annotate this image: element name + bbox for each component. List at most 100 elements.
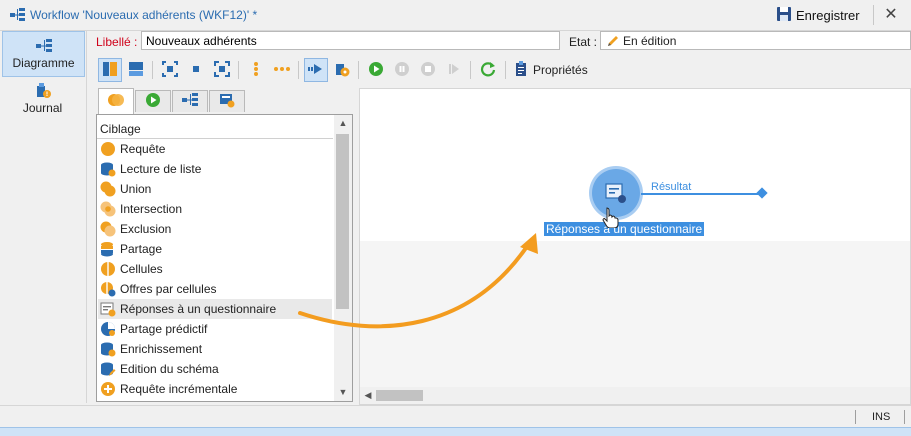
align-horizontal-button[interactable] <box>270 58 294 82</box>
actual-size-icon <box>188 61 204 80</box>
palette-item-enrichissement[interactable]: Enrichissement <box>100 339 332 359</box>
save-button[interactable]: Enregistrer <box>776 4 860 26</box>
title-bar: Workflow 'Nouveaux adhérents (WKF12)' * … <box>0 0 911 31</box>
palette-item-requete-incrementale[interactable]: Requête incrémentale <box>100 379 332 399</box>
refresh-icon <box>480 61 496 80</box>
palette-item-partage-predictif[interactable]: Partage prédictif <box>100 319 332 339</box>
palette-item-label: Partage <box>120 242 163 256</box>
offers-by-cell-icon <box>100 281 116 297</box>
palette-item-partage[interactable]: Partage <box>100 239 332 259</box>
incremental-query-icon <box>100 381 116 397</box>
transition-mode-button[interactable] <box>304 58 328 82</box>
diagram-toolbar: Propriétés <box>95 57 911 85</box>
palette-item-label: Edition du schéma <box>120 362 219 376</box>
zoom-fit-button[interactable] <box>210 58 234 82</box>
transition-label: Résultat <box>651 181 692 193</box>
palette-item-label: Cellules <box>120 262 163 276</box>
floppy-disk-icon <box>776 6 792 25</box>
pause-button[interactable] <box>390 58 414 82</box>
palette-item-union[interactable]: Union <box>100 179 332 199</box>
hand-cursor-icon <box>602 207 619 228</box>
palette-item-exclusion[interactable]: Exclusion <box>100 219 332 239</box>
scroll-up-icon[interactable]: ▲ <box>334 115 352 132</box>
clipboard-icon <box>513 60 529 80</box>
properties-label: Propriétés <box>533 63 588 77</box>
horizontal-layout-button[interactable] <box>124 58 148 82</box>
palette-tab-flow-control[interactable] <box>135 90 171 112</box>
unconditional-stop-button[interactable] <box>442 58 466 82</box>
palette-item-label: Partage prédictif <box>120 322 208 336</box>
scrollbar-thumb[interactable] <box>376 390 423 401</box>
workflow-diagram-icon <box>182 92 198 111</box>
etat-label: Etat : <box>569 35 598 49</box>
nav-item-label: Journal <box>22 101 63 115</box>
activity-label: Réponses à un questionnaire <box>544 222 705 236</box>
palette-item-label: Lecture de liste <box>120 162 202 176</box>
workflow-diagram-icon <box>35 38 52 54</box>
intersection-icon <box>100 201 116 217</box>
palette-item-cellules[interactable]: Cellules <box>100 259 332 279</box>
start-button[interactable] <box>364 58 388 82</box>
palette-item-label: Requête incrémentale <box>120 382 238 396</box>
palette-item-offres-par-cellules[interactable]: Offres par cellules <box>100 279 332 299</box>
canvas-horizontal-scrollbar[interactable]: ◀ <box>360 387 910 404</box>
vertical-dots-icon <box>248 61 264 80</box>
actual-size-button[interactable] <box>184 58 208 82</box>
window-title: Workflow 'Nouveaux adhérents (WKF12)' * <box>30 8 258 22</box>
toolbar-separator <box>358 61 359 79</box>
palette-item-label: Union <box>120 182 152 196</box>
activity-palette: Ciblage Requête Lecture de liste Union I… <box>95 88 354 403</box>
predictive-split-icon <box>100 321 116 337</box>
properties-button[interactable]: Propriétés <box>513 58 588 82</box>
survey-responses-icon <box>100 301 116 317</box>
union-icon <box>100 181 116 197</box>
scroll-down-icon[interactable]: ▼ <box>334 384 352 401</box>
palette-item-reponses-questionnaire[interactable]: Réponses à un questionnaire <box>98 299 332 319</box>
palette-item-intersection[interactable]: Intersection <box>100 199 332 219</box>
survey-responses-icon <box>605 183 626 203</box>
palette-tab-events[interactable] <box>209 90 245 112</box>
refresh-button[interactable] <box>476 58 500 82</box>
palette-item-label: Réponses à un questionnaire <box>120 302 277 316</box>
toolbar-separator <box>470 61 471 79</box>
status-separator <box>904 410 905 424</box>
etat-value: En édition <box>623 34 677 48</box>
nav-item-journal[interactable]: Journal <box>2 77 83 121</box>
palette-item-edition-schema[interactable]: Edition du schéma <box>100 359 332 379</box>
workflow-properties-button[interactable] <box>330 58 354 82</box>
status-separator <box>855 410 856 424</box>
palette-scrollbar[interactable]: ▲ ▼ <box>334 115 352 401</box>
palette-list: Ciblage Requête Lecture de liste Union I… <box>96 114 353 402</box>
play-icon <box>368 61 384 80</box>
scrollbar-thumb[interactable] <box>336 134 349 309</box>
stop-button[interactable] <box>416 58 440 82</box>
close-button[interactable]: ✕ <box>880 4 902 26</box>
cells-icon <box>100 261 116 277</box>
schema-edit-icon <box>100 361 116 377</box>
palette-item-requete[interactable]: Requête <box>100 139 332 159</box>
palette-item-label: Requête <box>120 142 166 156</box>
insert-mode-indicator: INS <box>872 411 891 423</box>
palette-item-lecture-de-liste[interactable]: Lecture de liste <box>100 159 332 179</box>
toolbar-separator <box>152 61 153 79</box>
etat-field: En édition <box>600 31 911 50</box>
fit-page-button[interactable] <box>158 58 182 82</box>
pause-icon <box>394 61 410 80</box>
scroll-left-icon[interactable]: ◀ <box>362 387 374 404</box>
horizontal-layout-icon <box>128 61 144 80</box>
nav-item-label: Diagramme <box>12 56 75 70</box>
vertical-layout-button[interactable] <box>98 58 122 82</box>
palette-tab-actions[interactable] <box>172 90 208 112</box>
outbound-transition[interactable] <box>641 193 762 195</box>
save-button-label: Enregistrer <box>796 7 860 23</box>
palette-item-label: Intersection <box>120 202 183 216</box>
query-icon <box>100 141 116 157</box>
stop-icon <box>420 61 436 80</box>
canvas-page-area <box>360 89 910 241</box>
libelle-input[interactable] <box>141 31 560 50</box>
align-vertical-button[interactable] <box>244 58 268 82</box>
nav-item-diagramme[interactable]: Diagramme <box>2 31 85 77</box>
journal-icon <box>35 83 51 99</box>
palette-tab-targeting[interactable] <box>98 88 134 114</box>
workflow-canvas[interactable]: Réponses à un questionnaire Résultat ◀ <box>359 88 911 405</box>
